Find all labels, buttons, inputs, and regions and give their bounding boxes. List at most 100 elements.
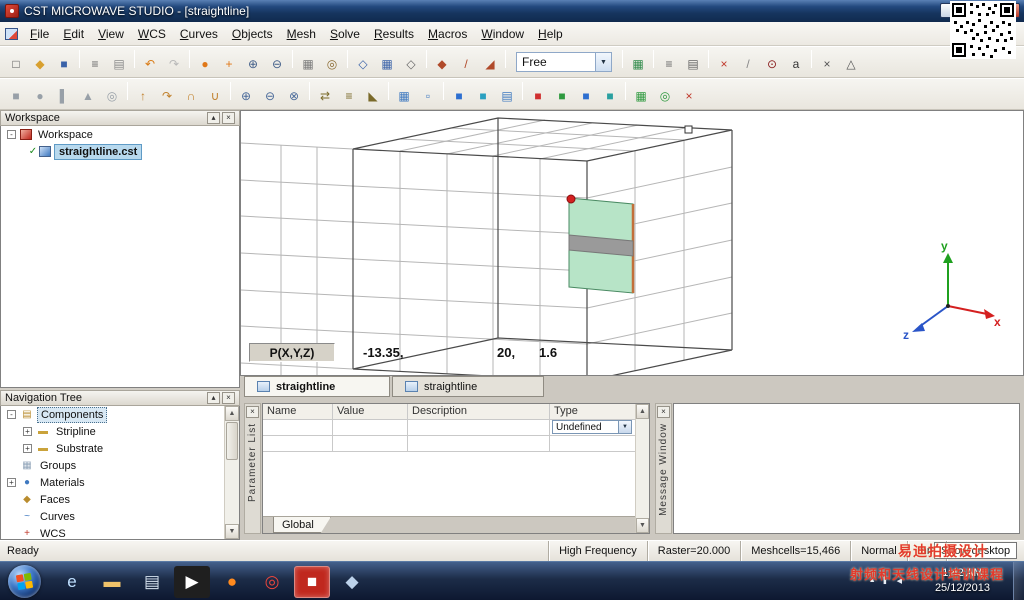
menu-macros[interactable]: Macros bbox=[421, 24, 474, 44]
group-manager-icon[interactable]: ▦ bbox=[630, 86, 652, 106]
media-library-icon[interactable]: ▤ bbox=[134, 566, 170, 598]
workspace-root-item[interactable]: - Workspace bbox=[1, 126, 239, 143]
tree-expander[interactable]: + bbox=[23, 444, 32, 453]
new-project-icon[interactable]: □ bbox=[5, 54, 27, 74]
tree-item-substrate[interactable]: +▬Substrate bbox=[1, 440, 224, 457]
scroll-up-icon[interactable]: ▲ bbox=[225, 406, 239, 421]
new-component-red-icon[interactable]: ■ bbox=[527, 86, 549, 106]
free-mode-dropdown[interactable]: Free ▼ bbox=[516, 52, 612, 72]
tree-expander[interactable]: - bbox=[7, 410, 16, 419]
tab-straightline-1[interactable]: straightline bbox=[244, 376, 390, 397]
mesh-properties-icon[interactable]: ▦ bbox=[627, 54, 649, 74]
optimizer-icon[interactable]: △ bbox=[840, 54, 862, 74]
boolean-subtract-icon[interactable]: ⊖ bbox=[259, 86, 281, 106]
tree-item-components[interactable]: -▤Components bbox=[1, 406, 224, 423]
description-cell[interactable] bbox=[408, 420, 550, 436]
panel-close-icon[interactable]: × bbox=[222, 112, 235, 124]
tab-global[interactable]: Global bbox=[273, 517, 331, 533]
sphere-primitive-icon[interactable]: ● bbox=[29, 86, 51, 106]
open-project-icon[interactable]: ◆ bbox=[29, 54, 51, 74]
menu-file[interactable]: File bbox=[23, 24, 56, 44]
panel-close-icon[interactable]: × bbox=[657, 406, 670, 418]
scroll-down-icon[interactable]: ▼ bbox=[636, 518, 649, 533]
tree-item-materials[interactable]: +●Materials bbox=[1, 474, 224, 491]
start-button[interactable] bbox=[8, 565, 41, 598]
tab-straightline-2[interactable]: straightline bbox=[392, 376, 544, 397]
cylinder-primitive-icon[interactable]: ▌ bbox=[53, 86, 75, 106]
tree-item-curves[interactable]: ~Curves bbox=[1, 508, 224, 525]
cst-studio-icon[interactable]: ■ bbox=[294, 566, 330, 598]
render-globe-icon[interactable]: ◎ bbox=[321, 54, 343, 74]
render-sphere-icon[interactable]: ● bbox=[194, 54, 216, 74]
tree-item-faces[interactable]: ◆Faces bbox=[1, 491, 224, 508]
macro-scissors-icon[interactable]: × bbox=[713, 54, 735, 74]
scroll-down-icon[interactable]: ▼ bbox=[225, 524, 239, 539]
pick-face-icon[interactable]: ◢ bbox=[479, 54, 501, 74]
windows-explorer-icon[interactable]: ▬ bbox=[94, 566, 130, 598]
history-list-icon[interactable]: ≡ bbox=[658, 54, 680, 74]
cone-primitive-icon[interactable]: ▲ bbox=[77, 86, 99, 106]
transform-tool-icon[interactable]: ⇄ bbox=[314, 86, 336, 106]
chamfer-tool-icon[interactable]: ◣ bbox=[362, 86, 384, 106]
3d-viewport[interactable]: y x z P(X,Y,Z) -13.35, 20, 1.6 bbox=[240, 110, 1024, 376]
menu-objects[interactable]: Objects bbox=[225, 24, 280, 44]
anchor-marker[interactable] bbox=[685, 126, 692, 133]
global-mesh-icon[interactable]: ▦ bbox=[393, 86, 415, 106]
save-project-icon[interactable]: ■ bbox=[53, 54, 75, 74]
workspace-file-item[interactable]: ✓ straightline.cst bbox=[1, 143, 239, 160]
brick-primitive-icon[interactable]: ■ bbox=[5, 86, 27, 106]
snap-grid-icon[interactable]: ▦ bbox=[376, 54, 398, 74]
new-component-teal-icon[interactable]: ■ bbox=[599, 86, 621, 106]
panel-collapse-icon[interactable]: ▴ bbox=[207, 392, 220, 404]
zoom-out-icon[interactable]: ⊖ bbox=[266, 54, 288, 74]
value-cell[interactable] bbox=[333, 420, 408, 436]
tree-item-stripline[interactable]: +▬Stripline bbox=[1, 423, 224, 440]
dropdown-arrow-icon[interactable]: ▼ bbox=[618, 421, 631, 433]
tree-expander[interactable]: + bbox=[7, 478, 16, 487]
pick-point-marker[interactable] bbox=[567, 195, 575, 203]
column-name[interactable]: Name bbox=[263, 404, 333, 420]
show-desktop-button[interactable] bbox=[1013, 562, 1024, 600]
navigation-tree-header[interactable]: Navigation Tree ▴ × bbox=[0, 390, 240, 406]
redo-icon[interactable]: ↷ bbox=[163, 54, 185, 74]
menu-solve[interactable]: Solve bbox=[323, 24, 367, 44]
align-tool-icon[interactable]: ≡ bbox=[338, 86, 360, 106]
workspace-panel-header[interactable]: Workspace ▴ × bbox=[0, 110, 240, 126]
tree-item-wcs[interactable]: +WCS bbox=[1, 525, 224, 540]
menu-help[interactable]: Help bbox=[531, 24, 570, 44]
menu-curves[interactable]: Curves bbox=[173, 24, 225, 44]
column-description[interactable]: Description bbox=[408, 404, 550, 420]
field-monitor-icon[interactable]: ⊙ bbox=[761, 54, 783, 74]
wireframe-box-icon[interactable]: ◇ bbox=[400, 54, 422, 74]
material-library-icon[interactable]: ■ bbox=[448, 86, 470, 106]
delete-results-icon[interactable]: × bbox=[816, 54, 838, 74]
menu-window[interactable]: Window bbox=[474, 24, 531, 44]
label-annotation-icon[interactable]: a bbox=[785, 54, 807, 74]
layer-stackup-icon[interactable]: ▤ bbox=[496, 86, 518, 106]
panel-collapse-icon[interactable]: ▴ bbox=[207, 112, 220, 124]
column-value[interactable]: Value bbox=[333, 404, 408, 420]
panel-close-icon[interactable]: × bbox=[222, 392, 235, 404]
new-component-green-icon[interactable]: ■ bbox=[551, 86, 573, 106]
parameter-sweep-icon[interactable]: ▤ bbox=[682, 54, 704, 74]
local-mesh-icon[interactable]: ▫ bbox=[417, 86, 439, 106]
torus-primitive-icon[interactable]: ◎ bbox=[101, 86, 123, 106]
menu-wcs[interactable]: WCS bbox=[131, 24, 173, 44]
pick-edge-icon[interactable]: / bbox=[455, 54, 477, 74]
loft-tool-icon[interactable]: ∩ bbox=[180, 86, 202, 106]
nav-tree-scrollbar[interactable]: ▲ ▼ bbox=[224, 406, 239, 539]
boolean-add-icon[interactable]: ⊕ bbox=[235, 86, 257, 106]
selection-frame-icon[interactable]: ▦ bbox=[297, 54, 319, 74]
tree-expander[interactable]: - bbox=[7, 130, 16, 139]
internet-explorer-icon[interactable]: e bbox=[54, 566, 90, 598]
parameter-new-row[interactable]: Undefined ▼ bbox=[263, 420, 649, 436]
rotate-tool-icon[interactable]: ↷ bbox=[156, 86, 178, 106]
message-window-strip[interactable]: × Message Window bbox=[655, 403, 672, 534]
pick-point-icon[interactable]: ◆ bbox=[431, 54, 453, 74]
scroll-up-icon[interactable]: ▲ bbox=[636, 404, 649, 419]
move-crosshair-icon[interactable]: + bbox=[218, 54, 240, 74]
probe-needle-icon[interactable]: / bbox=[737, 54, 759, 74]
menu-results[interactable]: Results bbox=[367, 24, 421, 44]
bend-tool-icon[interactable]: ∪ bbox=[204, 86, 226, 106]
tree-item-groups[interactable]: ▦Groups bbox=[1, 457, 224, 474]
